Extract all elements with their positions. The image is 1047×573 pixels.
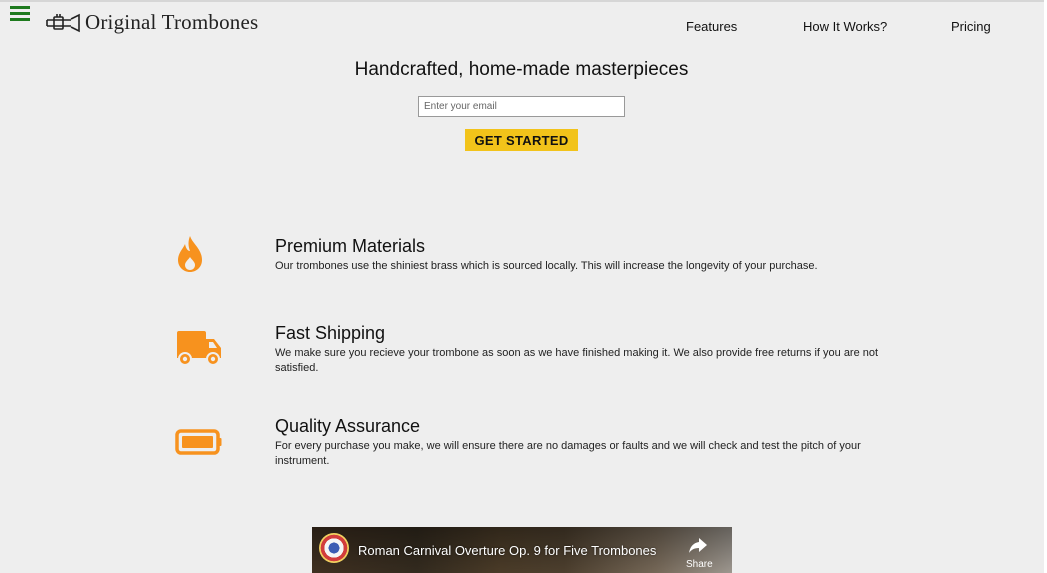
feature-title: Quality Assurance (275, 416, 421, 436)
feature-description: We make sure you recieve your trombone a… (275, 347, 879, 374)
brand-logo[interactable]: Original Trombones (45, 10, 258, 35)
truck-icon (177, 331, 221, 366)
brand-name: Original Trombones (85, 10, 259, 34)
embedded-video[interactable]: Roman Carnival Overture Op. 9 for Five T… (312, 527, 732, 573)
get-started-button[interactable]: GET STARTED (465, 129, 578, 151)
trombone-icon (46, 13, 80, 32)
video-title[interactable]: Roman Carnival Overture Op. 9 for Five T… (358, 543, 656, 558)
battery-icon (175, 429, 222, 455)
nav-how-it-works[interactable]: How It Works? (803, 19, 887, 34)
feature-description: Our trombones use the shiniest brass whi… (275, 260, 818, 272)
feature-title: Premium Materials (275, 236, 426, 256)
top-border (0, 0, 1047, 2)
email-input[interactable] (418, 96, 625, 117)
nav-pricing[interactable]: Pricing (951, 19, 991, 34)
fire-icon (178, 236, 202, 272)
share-label[interactable]: Share (686, 559, 713, 570)
feature-description: For every purchase you make, we will ens… (275, 440, 861, 467)
share-icon[interactable] (688, 535, 708, 555)
hero-title: Handcrafted, home-made masterpieces (354, 59, 689, 80)
hamburger-menu-icon[interactable] (10, 6, 30, 22)
feature-title: Fast Shipping (275, 323, 386, 343)
nav-features[interactable]: Features (686, 19, 737, 34)
channel-avatar[interactable] (319, 533, 349, 563)
